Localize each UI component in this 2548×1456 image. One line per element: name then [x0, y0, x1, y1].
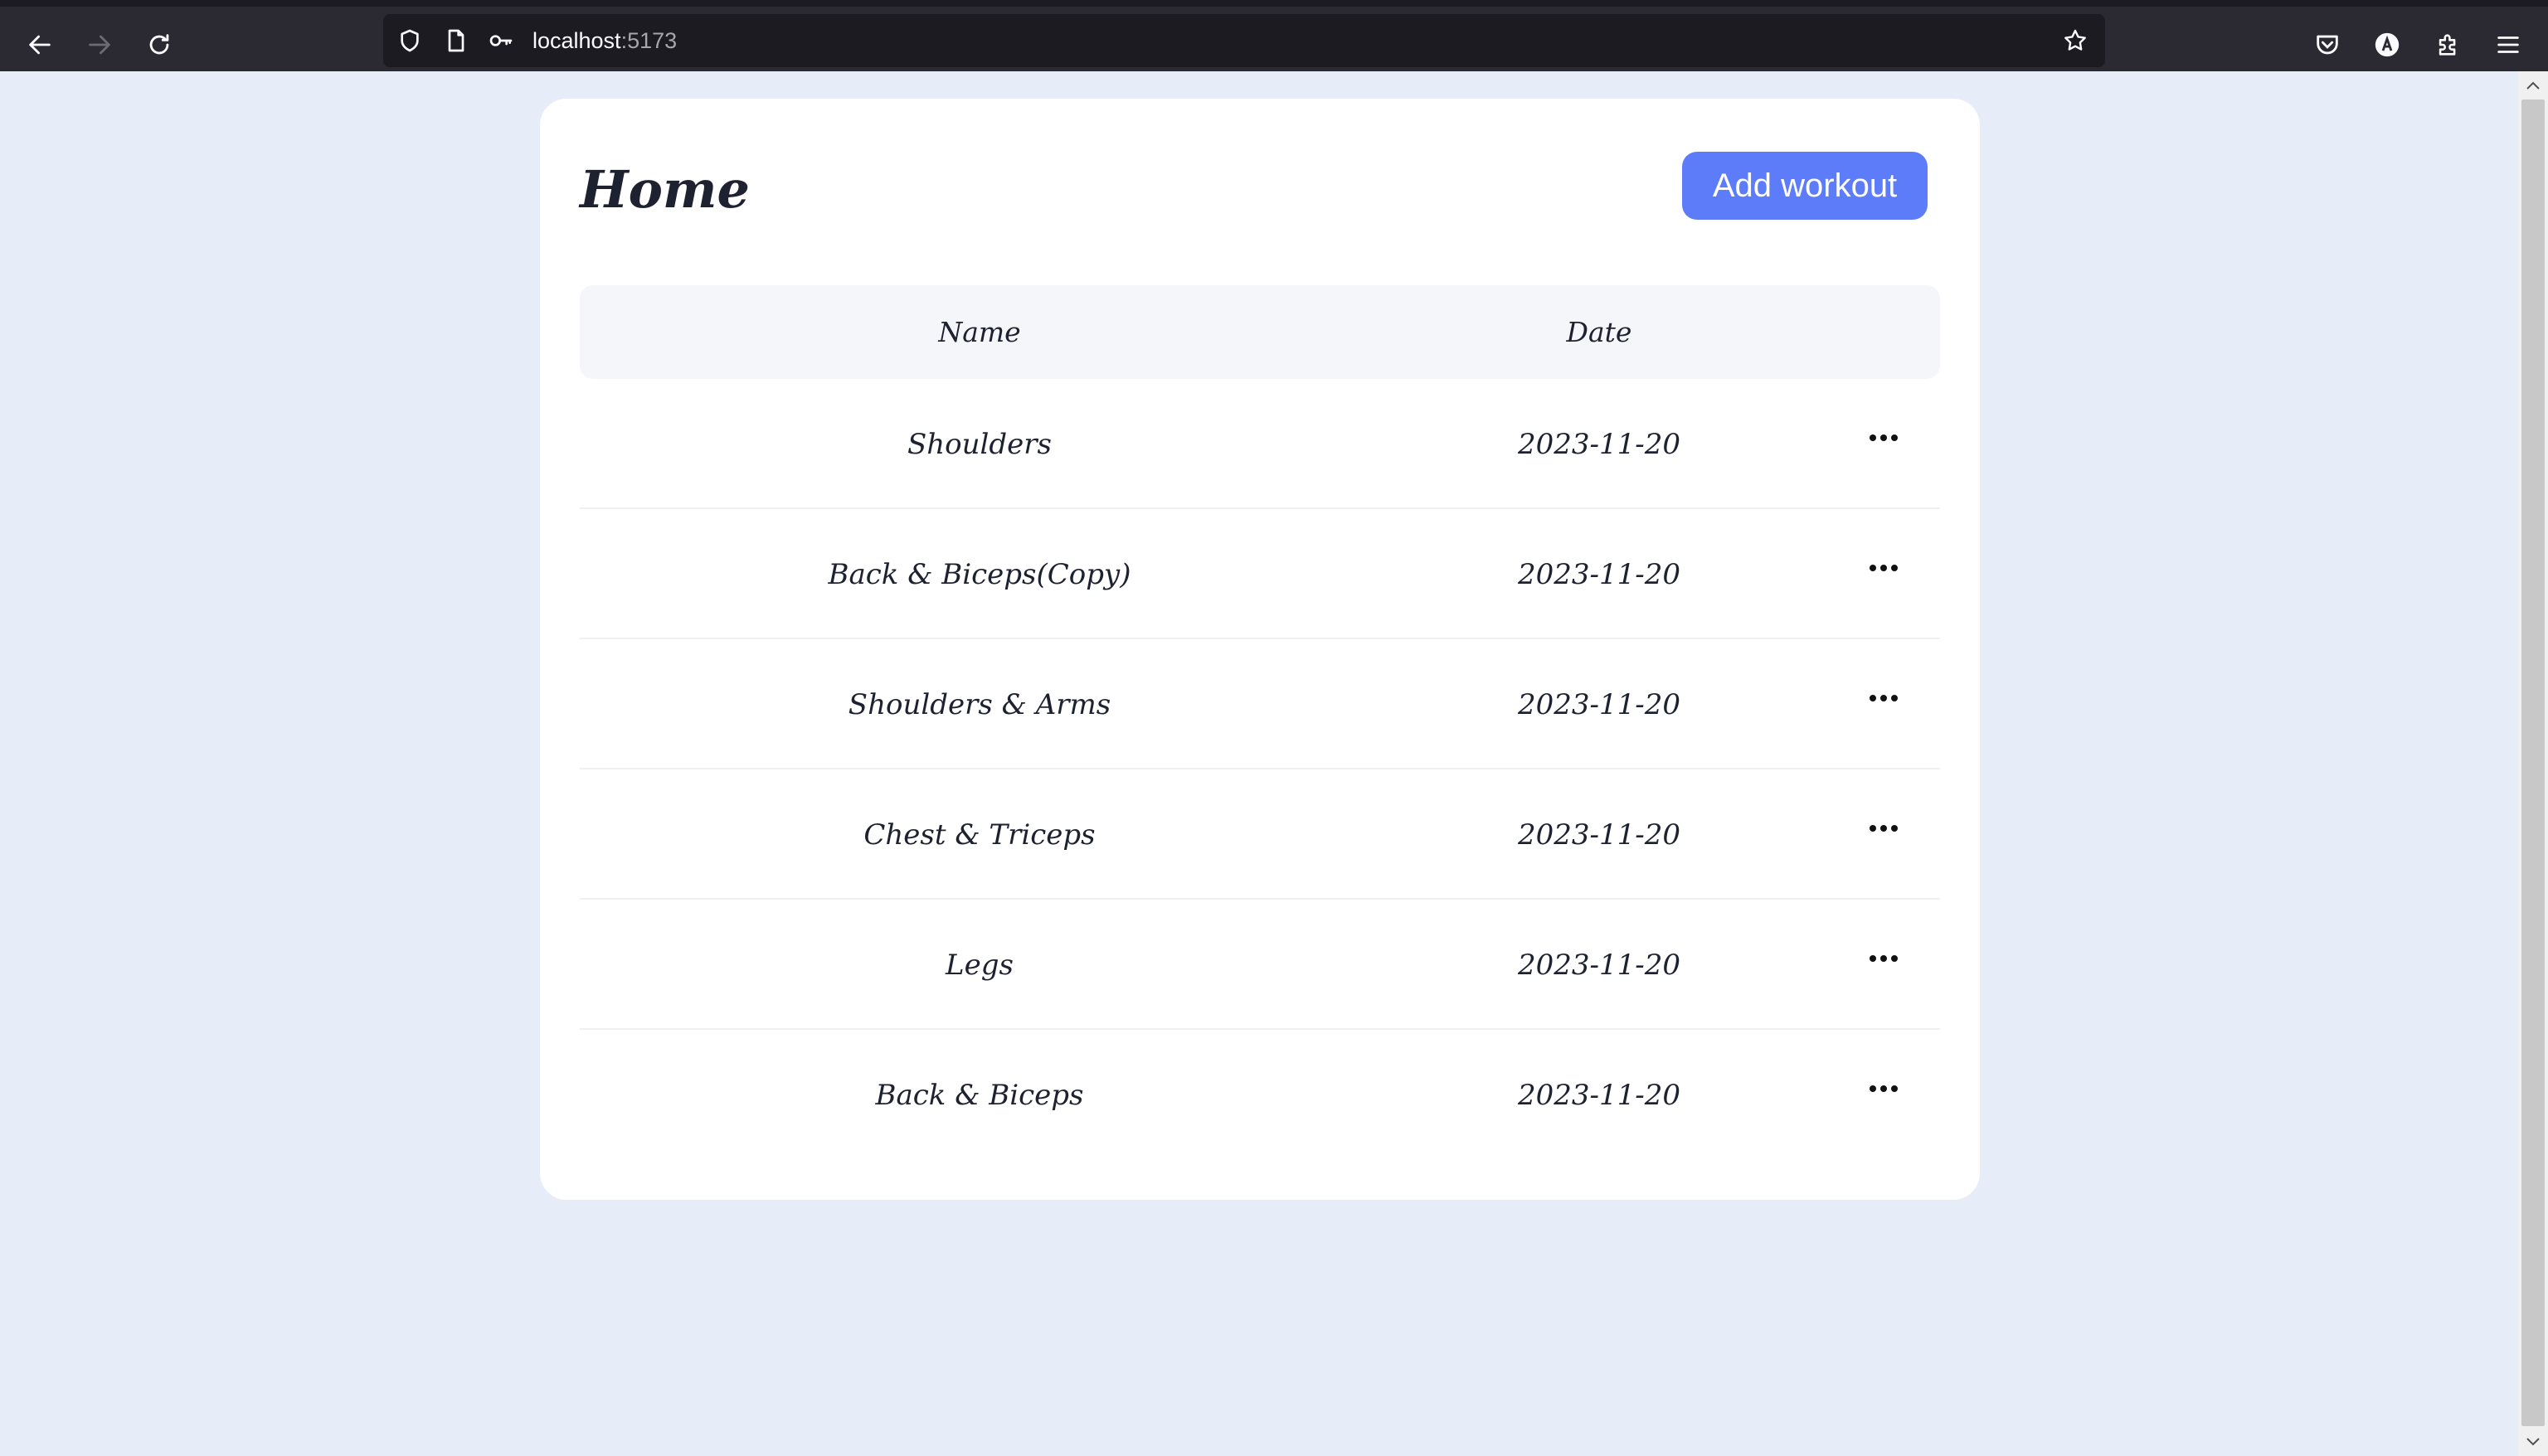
- key-icon[interactable]: [486, 26, 516, 56]
- table-row[interactable]: Chest & Triceps 2023-11-20: [580, 769, 1940, 900]
- table-row[interactable]: Shoulders 2023-11-20: [580, 379, 1940, 509]
- table-row[interactable]: Back & Biceps 2023-11-20: [580, 1030, 1940, 1160]
- reload-icon: [149, 34, 169, 55]
- shield-icon[interactable]: [395, 26, 425, 56]
- pocket-button[interactable]: [2304, 22, 2351, 68]
- account-avatar-icon: [2375, 32, 2400, 57]
- arrow-left-icon: [29, 35, 51, 55]
- workout-name: Shoulders: [907, 427, 1053, 461]
- column-header-name: Name: [938, 316, 1021, 348]
- table-row[interactable]: Legs 2023-11-20: [580, 900, 1940, 1030]
- menu-button[interactable]: [2485, 22, 2531, 68]
- more-options-icon[interactable]: [1860, 763, 1907, 893]
- hamburger-menu-icon: [2497, 36, 2519, 53]
- back-button[interactable]: [17, 22, 63, 68]
- account-button[interactable]: [2364, 22, 2410, 68]
- workout-date: 2023-11-20: [1517, 948, 1681, 982]
- page-scrollbar[interactable]: [2518, 71, 2548, 1456]
- table-row[interactable]: Back & Biceps(Copy) 2023-11-20: [580, 509, 1940, 639]
- workout-date: 2023-11-20: [1517, 1078, 1681, 1112]
- more-options-icon[interactable]: [1860, 502, 1907, 633]
- arrow-right-icon: [89, 35, 110, 55]
- workout-name: Chest & Triceps: [863, 818, 1096, 852]
- url-text[interactable]: localhost:5173: [532, 26, 677, 56]
- workout-date: 2023-11-20: [1517, 427, 1681, 461]
- scroll-thumb[interactable]: [2521, 99, 2545, 1426]
- scroll-down-icon[interactable]: [2518, 1429, 2548, 1454]
- browser-toolbar: localhost:5173: [0, 0, 2548, 71]
- workout-date: 2023-11-20: [1517, 687, 1681, 721]
- more-options-icon[interactable]: [1860, 893, 1907, 1023]
- page-icon[interactable]: [441, 26, 471, 56]
- extensions-button[interactable]: [2425, 22, 2472, 68]
- bookmark-star-icon[interactable]: [2060, 26, 2090, 56]
- reload-button[interactable]: [136, 22, 182, 68]
- more-options-icon[interactable]: [1860, 372, 1907, 502]
- forward-button[interactable]: [76, 22, 123, 68]
- workout-date: 2023-11-20: [1517, 818, 1681, 852]
- workout-name: Back & Biceps: [875, 1078, 1084, 1112]
- address-bar[interactable]: localhost:5173: [383, 14, 2105, 67]
- workouts-table-body: Shoulders 2023-11-20 Back & Biceps(Copy)…: [580, 379, 1940, 1160]
- workout-date: 2023-11-20: [1517, 557, 1681, 591]
- page-title: Home: [580, 159, 750, 220]
- column-header-date: Date: [1566, 316, 1632, 348]
- table-row[interactable]: Shoulders & Arms 2023-11-20: [580, 639, 1940, 769]
- workout-name: Legs: [946, 948, 1014, 982]
- more-options-icon[interactable]: [1860, 1023, 1907, 1153]
- more-options-icon[interactable]: [1860, 633, 1907, 763]
- url-host: localhost: [532, 28, 621, 53]
- table-header: Name Date: [580, 285, 1940, 379]
- add-workout-button[interactable]: Add workout: [1682, 152, 1928, 220]
- pocket-icon: [2317, 35, 2338, 55]
- workout-name: Back & Biceps(Copy): [828, 557, 1131, 591]
- url-port: :5173: [620, 28, 678, 53]
- puzzle-icon: [2439, 34, 2456, 56]
- workouts-card: Home Add workout Name Date Shoulders 202…: [540, 99, 1980, 1200]
- scroll-up-icon[interactable]: [2518, 73, 2548, 98]
- workout-name: Shoulders & Arms: [848, 687, 1111, 721]
